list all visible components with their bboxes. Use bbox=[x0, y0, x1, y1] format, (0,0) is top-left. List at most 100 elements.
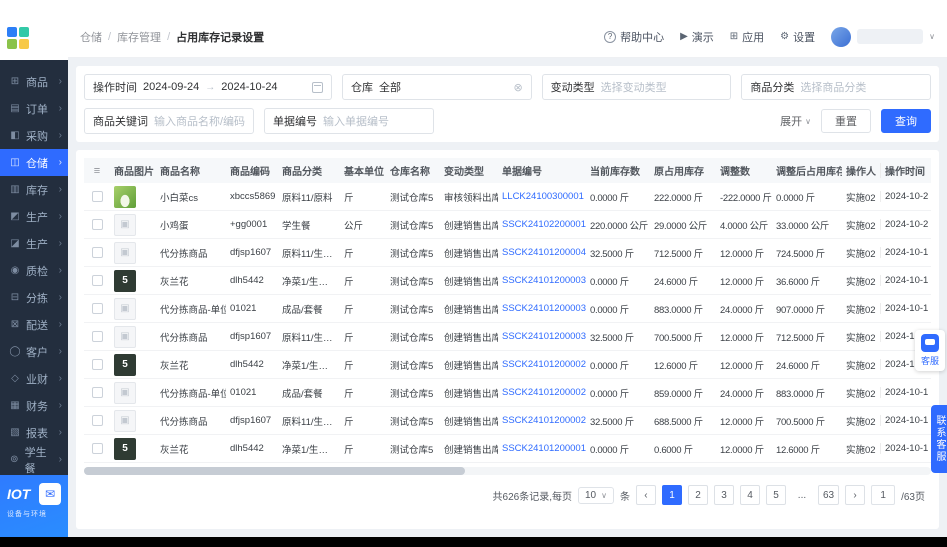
expand-toggle[interactable]: 展开 ∨ bbox=[780, 113, 811, 129]
sidebar-item-delivery[interactable]: ⊠ 配送 › bbox=[0, 311, 68, 338]
prev-page-button[interactable]: ‹ bbox=[635, 485, 656, 505]
sidebar-item-inventory[interactable]: ▥ 库存 › bbox=[0, 176, 68, 203]
table-row[interactable]: 5 灰兰花 dlh5442 净菜1/生鲜shu菜类... 斤 测试仓库5 创建销售出库 SSC… bbox=[84, 351, 931, 379]
page-button-3[interactable]: 3 bbox=[713, 485, 734, 505]
help-button[interactable]: ? 帮助中心 bbox=[604, 29, 664, 45]
sidebar-item-meal[interactable]: ⊚ 学生餐 › bbox=[0, 446, 68, 475]
sidebar-item-reports[interactable]: ▧ 报表 › bbox=[0, 419, 68, 446]
scrollbar-thumb[interactable] bbox=[84, 467, 466, 475]
cell-occupied: 0.6000 斤 bbox=[654, 444, 693, 456]
sidebar-item-goods[interactable]: ⊞ 商品 › bbox=[0, 68, 68, 95]
warehouse-label: 仓库 bbox=[351, 82, 373, 94]
chevron-right-icon: › bbox=[58, 373, 62, 384]
row-checkbox[interactable] bbox=[91, 218, 103, 230]
document-link[interactable]: SSCK24101200002 bbox=[502, 359, 586, 370]
document-link[interactable]: SSCK24101200002 bbox=[502, 415, 586, 426]
row-checkbox[interactable] bbox=[91, 274, 103, 286]
records-table: ≡ 商品图片 商品名称 商品编码 商品分类 基本单位 仓库名称 变动类型 单据编号 当前库存数原… bbox=[84, 158, 931, 463]
table-row[interactable]: ▣ 代分拣商品 dfjsp1607 原料11/生鲜类斤 测试仓库5 创建销售出库 SSCK2… bbox=[84, 239, 931, 267]
column-settings-icon[interactable]: ≡ bbox=[84, 165, 110, 177]
page-button-63[interactable]: 63 bbox=[817, 485, 840, 505]
cell-code: 01021 bbox=[230, 387, 257, 398]
apps-icon: ⊞ bbox=[729, 31, 739, 42]
document-link[interactable]: SSCK24101200004 bbox=[502, 247, 586, 258]
cell-after: 24.6000 斤 bbox=[776, 360, 820, 372]
category-select[interactable]: 商品分类 选择商品分类 bbox=[741, 74, 932, 100]
row-checkbox[interactable] bbox=[91, 190, 103, 202]
page-button-2[interactable]: 2 bbox=[687, 485, 708, 505]
breadcrumb-item: 占用库存记录设置 bbox=[176, 31, 265, 44]
page-jump-input[interactable]: 1 bbox=[871, 485, 896, 505]
sidebar-item-sorting[interactable]: ⊟ 分拣 › bbox=[0, 284, 68, 311]
row-checkbox[interactable] bbox=[91, 414, 103, 426]
keyword-input[interactable]: 商品关键词 输入商品名称/编码 bbox=[84, 108, 254, 134]
row-checkbox[interactable] bbox=[91, 358, 103, 370]
page-button-1[interactable]: 1 bbox=[661, 485, 682, 505]
document-link[interactable]: SSCK24101200003 bbox=[502, 303, 586, 314]
table-row[interactable]: ▣ 代分拣商品 dfjsp1607 原料11/生鲜类斤 测试仓库5 创建销售出库 SSCK2… bbox=[84, 323, 931, 351]
table-row[interactable]: 5 灰兰花 dlh5442 净菜1/生鲜shu菜类... 斤 测试仓库5 创建销售出库 SSC… bbox=[84, 267, 931, 295]
logo-block bbox=[7, 39, 17, 49]
sidebar-item-orders[interactable]: ▤ 订单 › bbox=[0, 95, 68, 122]
cell-current: 0.0000 斤 bbox=[590, 444, 629, 456]
sidebar-item-purchase[interactable]: ◧ 采购 › bbox=[0, 122, 68, 149]
table-row[interactable]: 小白菜cs xbccs5869 原料11/原料斤 测试仓库5 审核领料出库 LLCK241… bbox=[84, 183, 931, 211]
sidebar-item-qc[interactable]: ◉ 质检 › bbox=[0, 257, 68, 284]
page-size-select[interactable]: 10 ∨ bbox=[577, 486, 614, 504]
avatar bbox=[831, 26, 852, 47]
document-link[interactable]: SSCK24101200002 bbox=[502, 387, 586, 398]
clear-icon[interactable]: ⊗ bbox=[513, 81, 522, 94]
document-link[interactable]: SSCK24101200003 bbox=[502, 331, 586, 342]
document-link[interactable]: SSCK24102200001 bbox=[502, 219, 586, 230]
contact-service-tab[interactable]: 联系客服 bbox=[931, 405, 947, 473]
sidebar-item-finance[interactable]: ▦ 财务 › bbox=[0, 392, 68, 419]
row-checkbox[interactable] bbox=[91, 442, 103, 454]
table-row[interactable]: ▣ 代分拣商品-单位换算 01021 成品/套餐 斤 测试仓库5 创建销售出库 SSCK241… bbox=[84, 295, 931, 323]
demo-button[interactable]: ▶ 演示 bbox=[680, 29, 714, 45]
row-checkbox[interactable] bbox=[91, 302, 103, 314]
page-button-4[interactable]: 4 bbox=[739, 485, 760, 505]
change-type-select[interactable]: 变动类型 选择变动类型 bbox=[541, 74, 732, 100]
table-row[interactable]: ▣ 代分拣商品-单位换算 01021 成品/套餐 斤 测试仓库5 创建销售出库 SSCK241… bbox=[84, 379, 931, 407]
next-page-button[interactable]: › bbox=[845, 485, 866, 505]
table-row[interactable]: 5 灰兰花 dlh5442 净菜1/生鲜shu菜类... 斤 测试仓库5 创建销售出库 SSC… bbox=[84, 435, 931, 463]
app-logo[interactable] bbox=[0, 16, 68, 60]
cell-checkbox bbox=[84, 302, 110, 314]
cell-code: 01021 bbox=[230, 303, 257, 314]
breadcrumb-item[interactable]: 仓储 bbox=[80, 29, 102, 45]
sidebar-item-production[interactable]: ◩ 生产 › bbox=[0, 203, 68, 230]
table-row[interactable]: ▣ 代分拣商品 dfjsp1607 原料11/生鲜类斤 测试仓库5 创建销售出库 SSCK2… bbox=[84, 407, 931, 435]
cell-doc_no: SSCK24101200003 bbox=[498, 275, 586, 286]
row-checkbox[interactable] bbox=[91, 330, 103, 342]
reset-button[interactable]: 重置 bbox=[821, 109, 871, 133]
settings-button[interactable]: ⚙ 设置 bbox=[780, 29, 815, 45]
category-label: 商品分类 bbox=[750, 82, 795, 94]
warehouse-select[interactable]: 仓库 全部 ⊗ bbox=[342, 74, 532, 100]
row-checkbox[interactable] bbox=[91, 386, 103, 398]
sidebar-item-warehouse[interactable]: ◫ 仓储 › bbox=[0, 149, 68, 176]
sidebar-item-production2[interactable]: ◪ 生产 › bbox=[0, 230, 68, 257]
table-row[interactable]: ▣ 小鸡蛋 +gg0001 学生餐 公斤 测试仓库5 创建销售出库 SSCK241022000… bbox=[84, 211, 931, 239]
horizontal-scrollbar[interactable] bbox=[84, 467, 931, 475]
page-button-5[interactable]: 5 bbox=[765, 485, 786, 505]
iot-widget[interactable]: IOT ✉ 设备与环境 bbox=[0, 475, 68, 537]
doc-no-input[interactable]: 单据编号 输入单据编号 bbox=[264, 108, 434, 134]
cell-warehouse: 测试仓库5 bbox=[390, 416, 434, 428]
customer-service-float[interactable]: 客服 bbox=[915, 330, 945, 371]
row-checkbox[interactable] bbox=[91, 246, 103, 258]
cell-product-image bbox=[110, 185, 156, 208]
cell-after: 0.0000 斤 bbox=[776, 192, 815, 204]
search-button[interactable]: 查询 bbox=[881, 109, 931, 133]
document-link[interactable]: SSCK24101200003 bbox=[502, 275, 586, 286]
document-link[interactable]: SSCK24101200001 bbox=[502, 443, 586, 454]
apps-button[interactable]: ⊞ 应用 bbox=[730, 29, 764, 45]
document-link[interactable]: LLCK24100300001 bbox=[502, 191, 584, 202]
cell-operator: 实施02 bbox=[846, 276, 876, 288]
app-screen: ⊞ 商品 › ▤ 订单 › ◧ 采购 › ◫ 仓储 › ▥ 库存 › ◩ 生产 … bbox=[0, 0, 947, 547]
user-menu[interactable]: ∨ bbox=[831, 26, 935, 47]
sidebar-item-customer[interactable]: ◯ 客户 › bbox=[0, 338, 68, 365]
breadcrumb-item[interactable]: 库存管理 bbox=[117, 29, 161, 45]
cell-change_type: 创建销售出库 bbox=[444, 332, 498, 344]
date-range-picker[interactable]: 操作时间 2024-09-24 → 2024-10-24 bbox=[84, 74, 332, 100]
sidebar-item-bizfinance[interactable]: ◇ 业财 › bbox=[0, 365, 68, 392]
